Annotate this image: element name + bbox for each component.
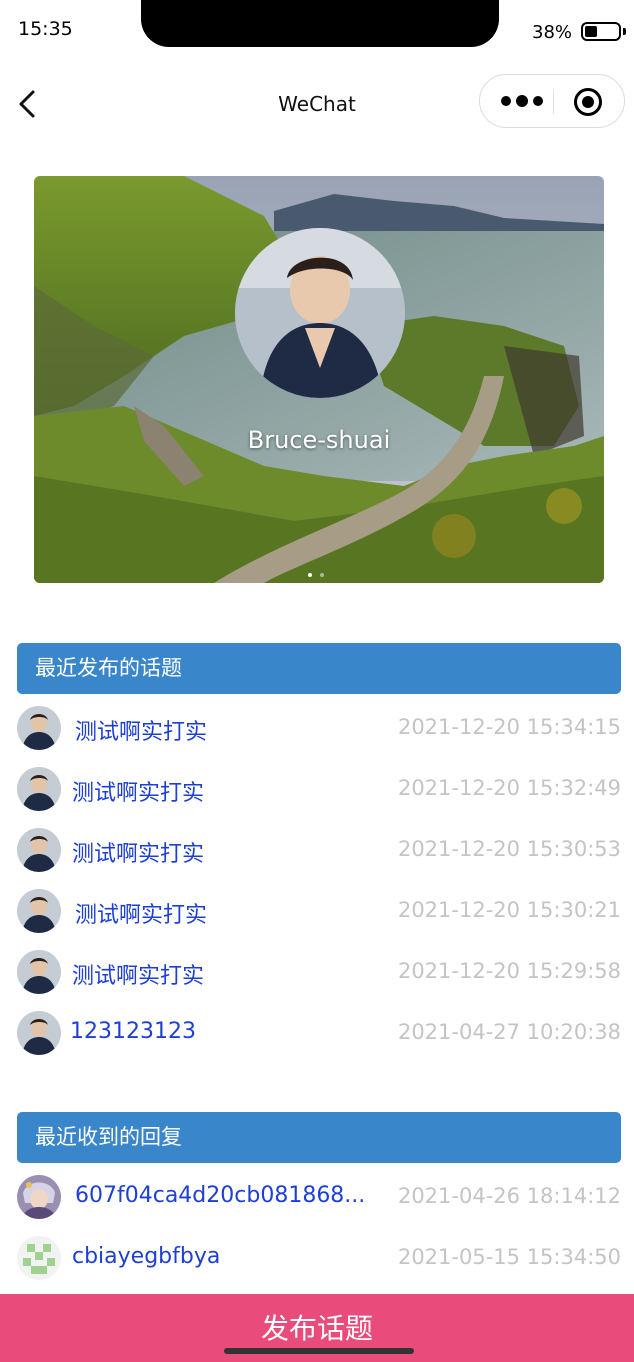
topic-time: 2021-12-20 15:29:58	[397, 959, 621, 983]
topic-row[interactable]: 测试啊实打实 2021-12-20 15:30:53	[17, 822, 621, 878]
status-time: 15:35	[18, 18, 73, 40]
topic-title[interactable]: 测试啊实打实	[72, 836, 204, 868]
profile-name: Bruce-shuai	[247, 426, 391, 454]
battery-icon	[581, 22, 621, 41]
topic-avatar	[17, 828, 61, 872]
topic-avatar	[17, 950, 61, 994]
nav-bar: WeChat	[0, 62, 634, 144]
topic-avatar	[17, 1011, 61, 1055]
topic-time: 2021-04-27 10:20:38	[397, 1020, 621, 1044]
more-button[interactable]	[498, 90, 546, 112]
user-avatar-image	[17, 889, 61, 933]
topic-title[interactable]: 123123123	[70, 1019, 196, 1044]
reply-time: 2021-04-26 18:14:12	[397, 1184, 621, 1208]
anime-avatar-image	[17, 1175, 61, 1219]
reply-row[interactable]: cbiayegbfbya 2021-05-15 15:34:50	[17, 1230, 621, 1286]
record-close-icon	[574, 88, 602, 116]
topic-avatar	[17, 889, 61, 933]
user-avatar-image	[17, 767, 61, 811]
home-indicator	[224, 1348, 414, 1354]
topic-title[interactable]: 测试啊实打实	[72, 958, 204, 990]
close-miniprogram-button[interactable]	[573, 87, 603, 117]
topic-avatar	[17, 767, 61, 811]
identicon-avatar-image	[17, 1236, 61, 1280]
user-avatar-image	[17, 828, 61, 872]
user-avatar-image	[17, 1011, 61, 1055]
battery-percentage: 38%	[532, 22, 573, 43]
reply-title[interactable]: 607f04ca4d20cb081868...	[75, 1183, 365, 1208]
topic-row[interactable]: 测试啊实打实 2021-12-20 15:29:58	[17, 944, 621, 1000]
topic-time: 2021-12-20 15:30:21	[397, 898, 621, 922]
topic-row[interactable]: 测试啊实打实 2021-12-20 15:34:15	[17, 700, 621, 756]
topic-title[interactable]: 测试啊实打实	[75, 714, 207, 746]
recent-replies-header: 最近收到的回复	[17, 1112, 621, 1163]
topic-row[interactable]: 123123123 2021-04-27 10:20:38	[17, 1005, 621, 1061]
profile-banner[interactable]: Bruce-shuai	[34, 176, 604, 583]
miniprogram-capsule	[479, 74, 625, 128]
topic-time: 2021-12-20 15:32:49	[397, 776, 621, 800]
topic-title[interactable]: 测试啊实打实	[75, 897, 207, 929]
reply-title[interactable]: cbiayegbfbya	[72, 1244, 220, 1269]
carousel-indicator	[308, 573, 324, 577]
user-portrait-image	[235, 228, 405, 398]
reply-avatar	[17, 1236, 61, 1280]
recent-topics-header: 最近发布的话题	[17, 643, 621, 694]
more-dots-icon	[501, 95, 543, 107]
profile-avatar[interactable]	[235, 228, 405, 398]
topic-time: 2021-12-20 15:34:15	[397, 715, 621, 739]
reply-row[interactable]: 607f04ca4d20cb081868... 2021-04-26 18:14…	[17, 1169, 621, 1225]
topic-row[interactable]: 测试啊实打实 2021-12-20 15:30:21	[17, 883, 621, 939]
topic-title[interactable]: 测试啊实打实	[72, 775, 204, 807]
device-notch	[141, 0, 499, 47]
topic-row[interactable]: 测试啊实打实 2021-12-20 15:32:49	[17, 761, 621, 817]
reply-avatar	[17, 1175, 61, 1219]
user-avatar-image	[17, 950, 61, 994]
topic-time: 2021-12-20 15:30:53	[397, 837, 621, 861]
status-bar: 15:35 38%	[0, 0, 634, 62]
battery-tip	[623, 28, 626, 35]
user-avatar-image	[17, 706, 61, 750]
reply-time: 2021-05-15 15:34:50	[397, 1245, 621, 1269]
topic-avatar	[17, 706, 61, 750]
capsule-divider	[553, 90, 554, 114]
